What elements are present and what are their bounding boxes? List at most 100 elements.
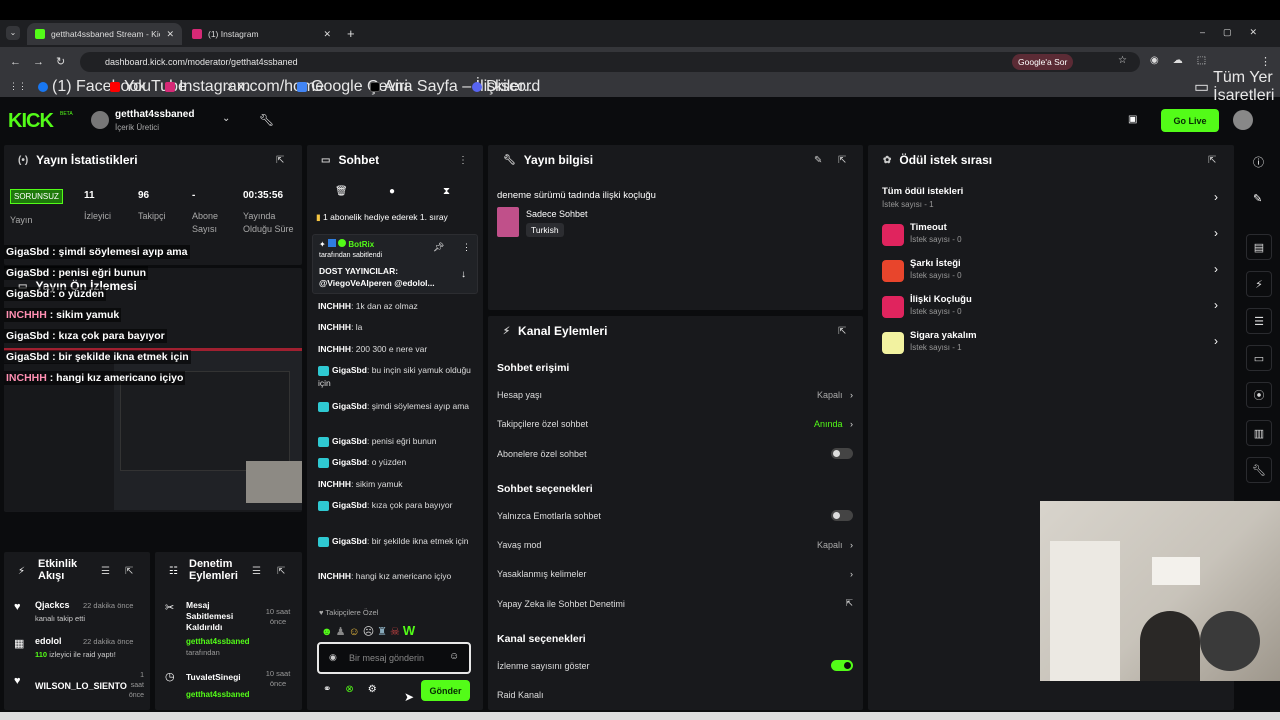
hourglass-icon[interactable]: ⧗ xyxy=(443,186,450,197)
arrow-down-icon[interactable]: ↓ xyxy=(461,269,466,280)
category-name[interactable]: Sadece Sohbet xyxy=(526,209,588,219)
channel-avatar[interactable] xyxy=(91,111,109,129)
chat-user[interactable]: INCHHH xyxy=(318,571,351,581)
activity-name[interactable]: edolol xyxy=(35,636,62,646)
chat-user[interactable]: GigaSbd xyxy=(332,401,367,411)
mod-by[interactable]: getthat4ssbaned xyxy=(186,637,250,646)
chat-message[interactable]: INCHHH: sikim yamuk xyxy=(318,478,473,491)
chat-message[interactable]: GigaSbd: penisi eğri bunun xyxy=(318,435,473,448)
address-bar[interactable]: dashboard.kick.com/moderator/getthat4ssb… xyxy=(80,52,1140,72)
reward-row[interactable]: İlişki Koçluğu İstek sayısı - 0 › xyxy=(882,294,1218,324)
chat-tools[interactable]: ⚭⊗⚙︎ xyxy=(323,684,391,695)
emote-only-toggle[interactable] xyxy=(831,510,853,521)
show-views-row[interactable]: İzlenme sayısını göster xyxy=(497,660,853,671)
extensions-icon[interactable]: ◉☁⬚ xyxy=(1150,55,1220,66)
popout-icon[interactable]: ⇱ xyxy=(125,566,133,577)
bookmark-discord[interactable]: Discord xyxy=(472,78,540,95)
reward-row[interactable]: Timeout İstek sayısı - 0 › xyxy=(882,222,1218,252)
tab-kick[interactable]: getthat4ssbaned Stream - Kick ✕ xyxy=(27,23,182,45)
kick-logo[interactable]: KICK xyxy=(8,110,54,133)
subs-chat-toggle[interactable] xyxy=(831,448,853,459)
emote-icon[interactable]: ♜ xyxy=(377,626,390,638)
chat-user[interactable]: GigaSbd xyxy=(332,536,367,546)
pin-icon[interactable]: 📌︎ xyxy=(433,242,444,253)
chevron-down-icon[interactable]: ⌄ xyxy=(222,113,230,124)
emote-only-row[interactable]: Yalnızca Emotlarla sohbet xyxy=(497,510,853,521)
star-icon[interactable]: ☆ xyxy=(1118,55,1127,66)
chat-user[interactable]: GigaSbd xyxy=(332,365,367,375)
channel-name[interactable]: getthat4ssbaned xyxy=(115,109,194,120)
info-icon[interactable]: ⓘ xyxy=(1253,154,1264,170)
more-icon[interactable]: ⋮ xyxy=(462,242,471,253)
emote-icon[interactable]: ☺ xyxy=(348,626,362,638)
subs-chat-row[interactable]: Abonelere özel sohbet xyxy=(497,448,853,459)
emote-icon[interactable]: ☹ xyxy=(363,626,377,638)
emote-icon[interactable]: ♟ xyxy=(336,626,349,638)
chat-user[interactable]: INCHHH xyxy=(318,479,351,489)
chat-bubble-icon[interactable]: ● xyxy=(389,186,395,197)
account-age-row[interactable]: Hesap yaşı Kapalı › xyxy=(497,390,853,400)
chat-message[interactable]: GigaSbd: şimdi söylemesi ayıp ama xyxy=(318,400,473,413)
chat-message[interactable]: INCHHH: 1k dan az olmaz xyxy=(318,300,473,313)
chat-message[interactable]: GigaSbd: bir şekilde ikna etmek için xyxy=(318,535,473,548)
activity-name[interactable]: WILSON_LO_SIENTO xyxy=(35,681,127,691)
theater-icon[interactable]: ▣ xyxy=(1128,114,1137,125)
broadcast-icon[interactable]: ⦿ xyxy=(1246,382,1272,408)
filter-icon[interactable]: ☰ xyxy=(101,566,110,577)
activity-name[interactable]: Qjackcs xyxy=(35,600,70,610)
menu-icon[interactable]: ⋮ xyxy=(1260,55,1271,68)
mod-by[interactable]: getthat4ssbaned xyxy=(186,690,250,699)
google-ask-button[interactable]: Google'a Sor xyxy=(1012,54,1074,70)
chat-message[interactable]: GigaSbd: bu inçin siki yamuk olduğu için xyxy=(318,364,473,390)
popout-icon[interactable]: ⇱ xyxy=(1208,155,1216,166)
wrench-icon[interactable]: 🔧︎ xyxy=(1246,457,1272,483)
layout-icon[interactable]: ▤ xyxy=(1246,234,1272,260)
wrench-icon[interactable]: 🔧︎ xyxy=(259,113,274,127)
banned-words-row[interactable]: Yasaklanmış kelimeler › xyxy=(497,569,853,579)
ai-mod-row[interactable]: Yapay Zeka ile Sohbet Denetimi ⇱ xyxy=(497,598,853,609)
chat-user[interactable]: INCHHH xyxy=(318,322,351,332)
chat-message[interactable]: INCHHH: la xyxy=(318,321,473,334)
window-controls[interactable]: –▢✕ xyxy=(1200,27,1275,38)
chat-user[interactable]: INCHHH xyxy=(318,301,351,311)
chat-user[interactable]: GigaSbd xyxy=(332,436,367,446)
chat-input[interactable]: ◉ Bir mesaj gönderin ☺ xyxy=(317,642,471,674)
more-icon[interactable]: ⋮ xyxy=(458,155,468,166)
chat-icon[interactable]: ▭ xyxy=(1246,345,1272,371)
chat-message[interactable]: INCHHH: 200 300 e nere var xyxy=(318,343,473,356)
reward-row[interactable]: Şarkı İsteği İstek sayısı - 0 › xyxy=(882,258,1218,288)
pinned-message[interactable]: ✦ BotRix 📌︎ ⋮ tarafından sabitlendi DOST… xyxy=(312,234,478,294)
followers-chat-row[interactable]: Takipçilere özel sohbet Anında › xyxy=(497,419,853,429)
popout-icon[interactable]: ⇱ xyxy=(838,155,846,166)
chat-user[interactable]: GigaSbd xyxy=(332,500,367,510)
pencil-icon[interactable]: ✎ xyxy=(1253,192,1262,205)
filter-icon[interactable]: ☰ xyxy=(252,566,261,577)
emote-bar[interactable]: ☻♟☺☹♜☠W xyxy=(321,623,418,638)
moderation-icon[interactable]: ▥ xyxy=(1246,420,1272,446)
new-tab-button[interactable]: + xyxy=(347,26,355,41)
close-icon[interactable]: ✕ xyxy=(166,29,174,40)
all-bookmarks[interactable]: ▭ Tüm Yer İşaretleri xyxy=(1194,69,1280,104)
nav-buttons[interactable]: ←→↻ xyxy=(10,55,77,68)
trash-icon[interactable]: 🗑︎ xyxy=(335,186,348,197)
popout-icon[interactable]: ⇱ xyxy=(277,566,285,577)
send-button[interactable]: Gönder xyxy=(421,680,470,701)
emote-icon[interactable]: W xyxy=(403,623,418,638)
all-rewards-row[interactable]: Tüm ödül istekleri İstek sayısı - 1 › xyxy=(882,186,1218,216)
go-live-button[interactable]: Go Live xyxy=(1161,109,1219,132)
user-avatar[interactable] xyxy=(1233,110,1253,130)
reward-row[interactable]: Sigara yakalım İstek sayısı - 1 › xyxy=(882,330,1218,360)
sub-gift-banner[interactable]: ▮ 1 abonelik hediye ederek 1. sıray xyxy=(316,212,472,223)
tab-instagram[interactable]: (1) Instagram ✕ xyxy=(184,23,339,45)
tab-search-icon[interactable]: ⌄ xyxy=(6,26,20,40)
emote-icon[interactable]: ☠ xyxy=(390,626,403,638)
show-views-toggle[interactable] xyxy=(831,660,853,671)
slow-mode-row[interactable]: Yavaş mod Kapalı › xyxy=(497,540,853,550)
apps-icon[interactable]: ⋮⋮ xyxy=(9,80,27,93)
chat-message[interactable]: INCHHH: hangi kız americano içiyo xyxy=(318,570,473,583)
popout-icon[interactable]: ⇱ xyxy=(276,155,284,166)
raid-row[interactable]: Raid Kanalı xyxy=(497,690,853,700)
emoji-icon[interactable]: ☺ xyxy=(449,651,459,662)
popout-icon[interactable]: ⇱ xyxy=(838,326,846,337)
chat-user[interactable]: GigaSbd xyxy=(332,457,367,467)
